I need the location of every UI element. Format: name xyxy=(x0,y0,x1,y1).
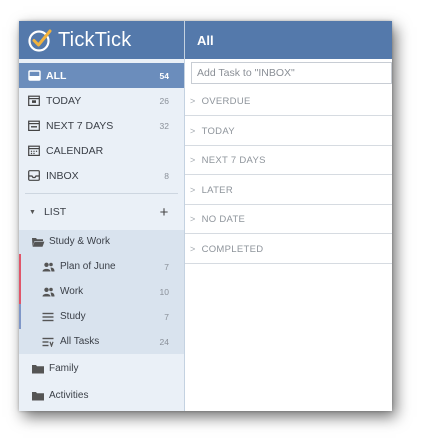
chevron-right-icon: > xyxy=(190,126,196,136)
nav-label: INBOX xyxy=(46,169,79,182)
section-no-date[interactable]: > NO DATE xyxy=(185,205,392,234)
brand-bar: TickTick xyxy=(19,21,184,59)
folder-open-icon xyxy=(32,237,45,247)
section-next-7-days[interactable]: > NEXT 7 DAYS xyxy=(185,146,392,175)
section-completed[interactable]: > COMPLETED xyxy=(185,235,392,264)
nav-item-all[interactable]: ALL 54 xyxy=(19,63,184,88)
list-label: Plan of June xyxy=(60,261,116,272)
list-count: 7 xyxy=(164,311,169,322)
folder-row-family[interactable]: Family xyxy=(19,357,184,380)
folder-study-work: Study & Work Plan of June 7 Work 10 Stud… xyxy=(19,230,184,354)
add-task-input[interactable] xyxy=(191,62,392,84)
all-tasks-icon xyxy=(41,336,55,348)
folder-label: Activities xyxy=(49,390,89,401)
list-label: All Tasks xyxy=(60,336,100,347)
list-section-label: LIST xyxy=(43,206,67,218)
nav-count: 54 xyxy=(159,70,169,81)
list-count: 24 xyxy=(159,336,169,347)
folder-row-activities[interactable]: Activities xyxy=(19,384,184,407)
shared-users-icon xyxy=(41,286,55,298)
chevron-right-icon: > xyxy=(190,244,196,254)
nav-count: 26 xyxy=(159,95,169,106)
folder-row-study-work[interactable]: Study & Work xyxy=(19,230,184,253)
week-calendar-icon xyxy=(25,119,43,133)
folder-icon xyxy=(32,364,44,373)
list-label: Study xyxy=(60,311,86,322)
shared-users-icon xyxy=(41,261,55,273)
chevron-right-icon: > xyxy=(190,185,196,195)
nav-label: ALL xyxy=(46,69,67,82)
list-section-header[interactable]: ▼ LIST + xyxy=(19,201,184,223)
app-window: TickTick ALL 54 TODAY 26 NEXT 7 DAYS 32 xyxy=(19,21,392,411)
chevron-right-icon: > xyxy=(190,96,196,106)
list-label: Work xyxy=(60,286,84,297)
list-count: 7 xyxy=(164,261,169,272)
caret-down-icon: ▼ xyxy=(29,208,36,216)
section-label: NO DATE xyxy=(201,213,246,225)
chevron-right-icon: > xyxy=(190,214,196,224)
list-item-study[interactable]: Study 7 xyxy=(19,304,184,329)
chevron-right-icon: > xyxy=(190,155,196,165)
calendar-icon xyxy=(25,144,43,158)
folder-label: Study & Work xyxy=(49,236,110,247)
nav-count: 8 xyxy=(164,170,169,181)
nav-label: NEXT 7 DAYS xyxy=(46,119,114,132)
section-label: NEXT 7 DAYS xyxy=(201,154,266,166)
nav-item-calendar[interactable]: CALENDAR xyxy=(19,138,184,163)
brand-name: TickTick xyxy=(58,28,132,51)
list-lines-icon xyxy=(41,311,55,323)
section-label: OVERDUE xyxy=(201,95,251,107)
today-calendar-icon xyxy=(25,94,43,108)
sidebar: TickTick ALL 54 TODAY 26 NEXT 7 DAYS 32 xyxy=(19,21,185,411)
section-label: TODAY xyxy=(201,125,235,137)
page-title: All xyxy=(185,21,392,59)
list-color-marker xyxy=(19,304,21,329)
sidebar-divider xyxy=(25,193,178,194)
ticktick-logo-icon xyxy=(28,29,52,52)
nav-item-today[interactable]: TODAY 26 xyxy=(19,88,184,113)
section-later[interactable]: > LATER xyxy=(185,176,392,205)
list-item-all-tasks[interactable]: All Tasks 24 xyxy=(19,329,184,354)
tray-icon xyxy=(25,69,43,83)
section-label: COMPLETED xyxy=(201,243,264,255)
folder-label: Family xyxy=(49,363,79,374)
section-today[interactable]: > TODAY xyxy=(185,117,392,146)
list-color-marker xyxy=(19,254,21,279)
section-overdue[interactable]: > OVERDUE xyxy=(185,87,392,116)
add-list-button[interactable]: + xyxy=(157,204,171,221)
nav-item-next-7-days[interactable]: NEXT 7 DAYS 32 xyxy=(19,113,184,138)
list-item-plan-of-june[interactable]: Plan of June 7 xyxy=(19,254,184,279)
inbox-icon xyxy=(25,169,43,183)
list-color-marker xyxy=(19,279,21,304)
nav-label: TODAY xyxy=(46,94,82,107)
section-label: LATER xyxy=(201,184,233,196)
nav-label: CALENDAR xyxy=(46,144,104,157)
nav-item-inbox[interactable]: INBOX 8 xyxy=(19,163,184,188)
list-item-work[interactable]: Work 10 xyxy=(19,279,184,304)
list-count: 10 xyxy=(159,286,169,297)
folder-icon xyxy=(32,391,44,400)
nav-count: 32 xyxy=(159,120,169,131)
